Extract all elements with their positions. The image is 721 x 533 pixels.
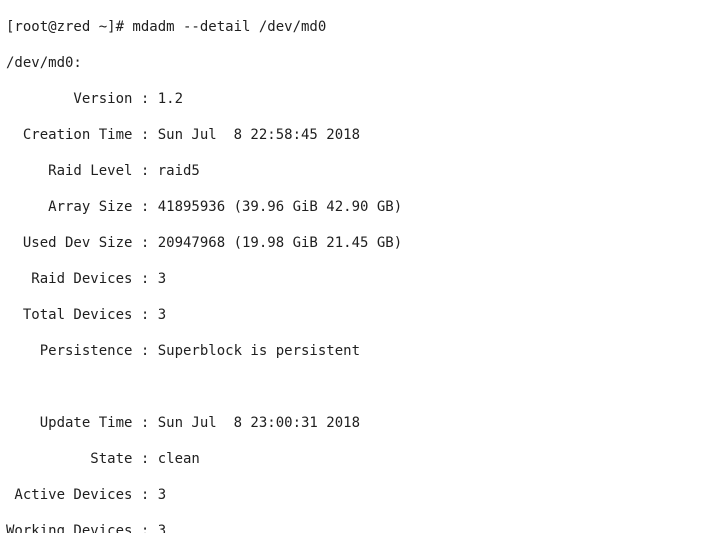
- terminal-output: [root@zred ~]# mdadm --detail /dev/md0 /…: [0, 0, 721, 533]
- field-used-dev-size: Used Dev Size : 20947968 (19.98 GiB 21.4…: [6, 234, 715, 252]
- field-active-devices: Active Devices : 3: [6, 486, 715, 504]
- device-line: /dev/md0:: [6, 54, 715, 72]
- field-raid-devices: Raid Devices : 3: [6, 270, 715, 288]
- blank-line: [6, 378, 715, 396]
- field-working-devices: Working Devices : 3: [6, 522, 715, 533]
- field-version: Version : 1.2: [6, 90, 715, 108]
- field-creation-time: Creation Time : Sun Jul 8 22:58:45 2018: [6, 126, 715, 144]
- field-array-size: Array Size : 41895936 (39.96 GiB 42.90 G…: [6, 198, 715, 216]
- prompt-line: [root@zred ~]# mdadm --detail /dev/md0: [6, 18, 715, 36]
- field-state: State : clean: [6, 450, 715, 468]
- field-persistence: Persistence : Superblock is persistent: [6, 342, 715, 360]
- field-update-time: Update Time : Sun Jul 8 23:00:31 2018: [6, 414, 715, 432]
- field-raid-level: Raid Level : raid5: [6, 162, 715, 180]
- field-total-devices: Total Devices : 3: [6, 306, 715, 324]
